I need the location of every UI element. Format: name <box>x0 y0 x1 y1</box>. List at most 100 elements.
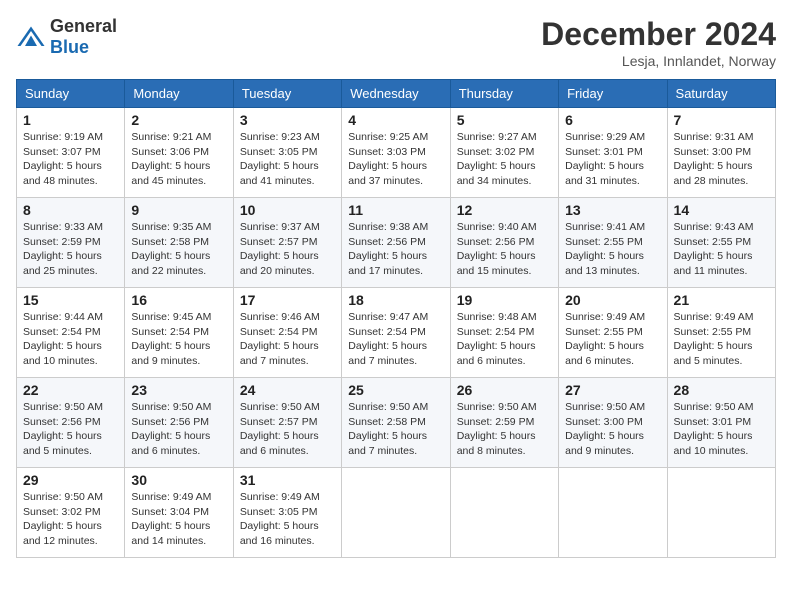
day-number: 13 <box>565 202 660 218</box>
day-number: 12 <box>457 202 552 218</box>
day-info: Sunrise: 9:47 AMSunset: 2:54 PMDaylight:… <box>348 310 443 369</box>
day-info: Sunrise: 9:31 AMSunset: 3:00 PMDaylight:… <box>674 130 769 189</box>
day-info: Sunrise: 9:49 AMSunset: 3:05 PMDaylight:… <box>240 490 335 549</box>
calendar-cell: 6Sunrise: 9:29 AMSunset: 3:01 PMDaylight… <box>559 108 667 198</box>
logo-text: General Blue <box>50 16 117 58</box>
calendar-cell: 9Sunrise: 9:35 AMSunset: 2:58 PMDaylight… <box>125 198 233 288</box>
day-info: Sunrise: 9:27 AMSunset: 3:02 PMDaylight:… <box>457 130 552 189</box>
calendar-cell: 26Sunrise: 9:50 AMSunset: 2:59 PMDayligh… <box>450 378 558 468</box>
day-info: Sunrise: 9:38 AMSunset: 2:56 PMDaylight:… <box>348 220 443 279</box>
day-info: Sunrise: 9:37 AMSunset: 2:57 PMDaylight:… <box>240 220 335 279</box>
day-number: 23 <box>131 382 226 398</box>
column-header-monday: Monday <box>125 80 233 108</box>
column-header-friday: Friday <box>559 80 667 108</box>
calendar-cell: 3Sunrise: 9:23 AMSunset: 3:05 PMDaylight… <box>233 108 341 198</box>
calendar-cell: 21Sunrise: 9:49 AMSunset: 2:55 PMDayligh… <box>667 288 775 378</box>
day-number: 9 <box>131 202 226 218</box>
day-number: 21 <box>674 292 769 308</box>
calendar-cell: 19 Sunrise: 9:48 AMSunset: 2:54 PMDayligh… <box>450 288 558 378</box>
day-info: Sunrise: 9:50 AMSunset: 3:02 PMDaylight:… <box>23 490 118 549</box>
day-number: 30 <box>131 472 226 488</box>
calendar-cell: 22 Sunrise: 9:50 AMSunset: 2:56 PMDayligh… <box>17 378 125 468</box>
day-number: 7 <box>674 112 769 128</box>
day-info: Sunrise: 9:25 AMSunset: 3:03 PMDaylight:… <box>348 130 443 189</box>
day-number: 22 <box>23 382 118 398</box>
calendar-cell: 25Sunrise: 9:50 AMSunset: 2:58 PMDayligh… <box>342 378 450 468</box>
day-info: Sunrise: 9:19 AMSunset: 3:07 PMDaylight:… <box>23 130 118 189</box>
calendar-cell: 27 Sunrise: 9:50 AMSunset: 3:00 PMDayligh… <box>559 378 667 468</box>
calendar-cell: 7 Sunrise: 9:31 AMSunset: 3:00 PMDaylight… <box>667 108 775 198</box>
day-number: 19 <box>457 292 552 308</box>
general-blue-icon <box>16 25 46 49</box>
calendar-header-row: SundayMondayTuesdayWednesdayThursdayFrid… <box>17 80 776 108</box>
day-info: Sunrise: 9:21 AMSunset: 3:06 PMDaylight:… <box>131 130 226 189</box>
calendar-table: SundayMondayTuesdayWednesdayThursdayFrid… <box>16 79 776 558</box>
day-number: 4 <box>348 112 443 128</box>
column-header-sunday: Sunday <box>17 80 125 108</box>
day-number: 2 <box>131 112 226 128</box>
day-info: Sunrise: 9:29 AMSunset: 3:01 PMDaylight:… <box>565 130 660 189</box>
day-number: 1 <box>23 112 118 128</box>
day-number: 28 <box>674 382 769 398</box>
day-number: 20 <box>565 292 660 308</box>
day-info: Sunrise: 9:40 AMSunset: 2:56 PMDaylight:… <box>457 220 552 279</box>
calendar-cell: 31 Sunrise: 9:49 AMSunset: 3:05 PMDayligh… <box>233 468 341 558</box>
day-number: 15 <box>23 292 118 308</box>
calendar-cell: 5 Sunrise: 9:27 AMSunset: 3:02 PMDaylight… <box>450 108 558 198</box>
column-header-thursday: Thursday <box>450 80 558 108</box>
calendar-cell: 28 Sunrise: 9:50 AMSunset: 3:01 PMDayligh… <box>667 378 775 468</box>
day-number: 10 <box>240 202 335 218</box>
calendar-cell <box>342 468 450 558</box>
calendar-cell: 23 Sunrise: 9:50 AMSunset: 2:56 PMDayligh… <box>125 378 233 468</box>
day-info: Sunrise: 9:44 AMSunset: 2:54 PMDaylight:… <box>23 310 118 369</box>
day-number: 5 <box>457 112 552 128</box>
day-number: 29 <box>23 472 118 488</box>
day-number: 31 <box>240 472 335 488</box>
logo-general: General <box>50 16 117 36</box>
calendar-cell: 4 Sunrise: 9:25 AMSunset: 3:03 PMDaylight… <box>342 108 450 198</box>
calendar-cell: 13 Sunrise: 9:41 AMSunset: 2:55 PMDayligh… <box>559 198 667 288</box>
calendar-cell: 29 Sunrise: 9:50 AMSunset: 3:02 PMDayligh… <box>17 468 125 558</box>
calendar-cell: 16 Sunrise: 9:45 AMSunset: 2:54 PMDayligh… <box>125 288 233 378</box>
day-info: Sunrise: 9:33 AMSunset: 2:59 PMDaylight:… <box>23 220 118 279</box>
day-number: 3 <box>240 112 335 128</box>
calendar-week-row: 22 Sunrise: 9:50 AMSunset: 2:56 PMDayligh… <box>17 378 776 468</box>
calendar-cell: 20Sunrise: 9:49 AMSunset: 2:55 PMDayligh… <box>559 288 667 378</box>
day-number: 27 <box>565 382 660 398</box>
calendar-cell: 15 Sunrise: 9:44 AMSunset: 2:54 PMDayligh… <box>17 288 125 378</box>
calendar-cell: 11 Sunrise: 9:38 AMSunset: 2:56 PMDayligh… <box>342 198 450 288</box>
month-title: December 2024 <box>541 16 776 53</box>
day-info: Sunrise: 9:50 AMSunset: 2:56 PMDaylight:… <box>23 400 118 459</box>
calendar-week-row: 1 Sunrise: 9:19 AMSunset: 3:07 PMDaylight… <box>17 108 776 198</box>
day-number: 11 <box>348 202 443 218</box>
calendar-cell <box>559 468 667 558</box>
logo-blue: Blue <box>50 37 89 57</box>
calendar-cell: 18Sunrise: 9:47 AMSunset: 2:54 PMDayligh… <box>342 288 450 378</box>
calendar-week-row: 15 Sunrise: 9:44 AMSunset: 2:54 PMDayligh… <box>17 288 776 378</box>
day-info: Sunrise: 9:50 AMSunset: 2:56 PMDaylight:… <box>131 400 226 459</box>
page-header: General Blue December 2024 Lesja, Innlan… <box>16 16 776 69</box>
calendar-cell: 24Sunrise: 9:50 AMSunset: 2:57 PMDayligh… <box>233 378 341 468</box>
day-info: Sunrise: 9:45 AMSunset: 2:54 PMDaylight:… <box>131 310 226 369</box>
location: Lesja, Innlandet, Norway <box>541 53 776 69</box>
day-number: 16 <box>131 292 226 308</box>
column-header-wednesday: Wednesday <box>342 80 450 108</box>
calendar-week-row: 8 Sunrise: 9:33 AMSunset: 2:59 PMDaylight… <box>17 198 776 288</box>
day-info: Sunrise: 9:50 AMSunset: 2:59 PMDaylight:… <box>457 400 552 459</box>
calendar-cell: 10 Sunrise: 9:37 AMSunset: 2:57 PMDayligh… <box>233 198 341 288</box>
day-info: Sunrise: 9:48 AMSunset: 2:54 PMDaylight:… <box>457 310 552 369</box>
day-number: 17 <box>240 292 335 308</box>
title-area: December 2024 Lesja, Innlandet, Norway <box>541 16 776 69</box>
day-info: Sunrise: 9:49 AMSunset: 3:04 PMDaylight:… <box>131 490 226 549</box>
day-info: Sunrise: 9:50 AMSunset: 2:57 PMDaylight:… <box>240 400 335 459</box>
day-info: Sunrise: 9:50 AMSunset: 3:01 PMDaylight:… <box>674 400 769 459</box>
day-info: Sunrise: 9:41 AMSunset: 2:55 PMDaylight:… <box>565 220 660 279</box>
day-number: 25 <box>348 382 443 398</box>
calendar-week-row: 29 Sunrise: 9:50 AMSunset: 3:02 PMDayligh… <box>17 468 776 558</box>
day-info: Sunrise: 9:50 AMSunset: 3:00 PMDaylight:… <box>565 400 660 459</box>
calendar-cell: 1 Sunrise: 9:19 AMSunset: 3:07 PMDaylight… <box>17 108 125 198</box>
calendar-cell: 12 Sunrise: 9:40 AMSunset: 2:56 PMDayligh… <box>450 198 558 288</box>
calendar-cell: 17Sunrise: 9:46 AMSunset: 2:54 PMDayligh… <box>233 288 341 378</box>
day-number: 8 <box>23 202 118 218</box>
calendar-cell: 8 Sunrise: 9:33 AMSunset: 2:59 PMDaylight… <box>17 198 125 288</box>
